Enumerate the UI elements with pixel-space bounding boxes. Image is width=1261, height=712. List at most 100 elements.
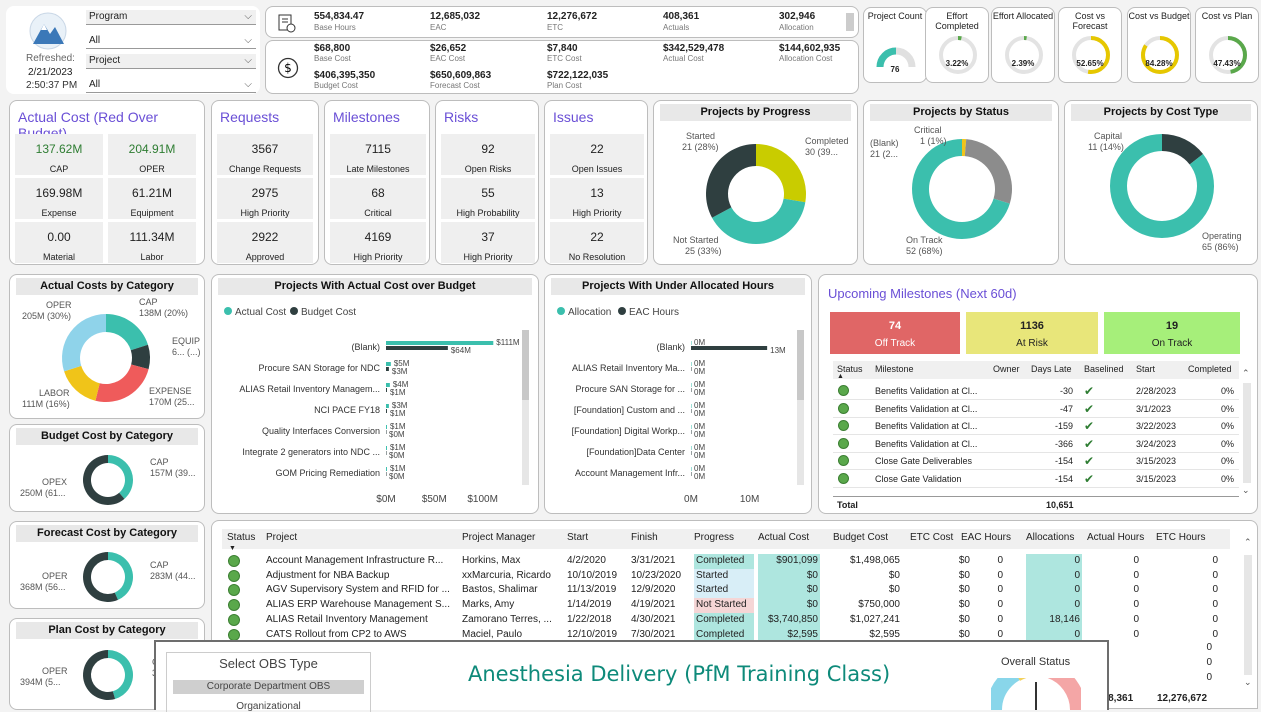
- donut-slice[interactable]: [95, 364, 149, 403]
- scroll-up-icon[interactable]: ⌃: [1242, 368, 1250, 379]
- metric-tile[interactable]: 22 No Resolution: [550, 222, 644, 263]
- kpi-card[interactable]: Project Count 76: [863, 7, 927, 83]
- kpi-card[interactable]: Cost vs Plan 47.43%: [1195, 7, 1259, 83]
- bar-series-2[interactable]: [691, 451, 692, 455]
- under-allocated-bars[interactable]: Allocation EAC Hours (Blank) 0M 13M ALIAS Ret…: [545, 275, 813, 515]
- project-cell[interactable]: Adjustment for NBA Backup: [266, 569, 456, 584]
- table-scroll-down-icon[interactable]: ⌄: [1244, 677, 1252, 688]
- bar-series-1[interactable]: [386, 404, 389, 408]
- project-cell[interactable]: Account Management Infrastructure R...: [266, 554, 456, 569]
- metric-tile[interactable]: 169.98M Expense: [15, 178, 103, 219]
- bar-series-2[interactable]: [691, 388, 692, 392]
- bar-series-1[interactable]: [691, 362, 692, 366]
- milestone-column-header[interactable]: Milestone: [875, 364, 914, 374]
- milestone-column-header[interactable]: Owner: [993, 364, 1020, 374]
- metric-tile[interactable]: 68 Critical: [330, 178, 426, 219]
- milestone-column-header[interactable]: Days Late: [1031, 364, 1072, 374]
- bar-series-2[interactable]: [386, 451, 387, 455]
- metric-tile[interactable]: 204.91M OPER: [108, 134, 196, 175]
- bar-series-2[interactable]: [386, 388, 387, 392]
- milestone-column-header[interactable]: Start: [1136, 364, 1155, 374]
- status-donut[interactable]: [864, 101, 1060, 266]
- metric-tile[interactable]: 137.62M CAP: [15, 134, 103, 175]
- bar-series-1[interactable]: [386, 362, 391, 366]
- project-column-header[interactable]: Finish: [631, 532, 658, 543]
- bar-series-2[interactable]: [386, 409, 387, 413]
- kpi-card[interactable]: Cost vs Forecast 52.65%: [1058, 7, 1122, 83]
- scroll-down-icon[interactable]: ⌄: [1242, 485, 1250, 496]
- over-budget-bars[interactable]: Actual Cost Budget Cost(Blank) $111M$64MPr…: [212, 275, 540, 515]
- chart-scrollbar-thumb[interactable]: [522, 330, 529, 400]
- project-column-header[interactable]: Actual Hours: [1087, 532, 1144, 543]
- metric-tile[interactable]: 55 High Probability: [441, 178, 535, 219]
- bar-series-2[interactable]: [386, 430, 387, 434]
- bar-series-2[interactable]: [691, 430, 692, 434]
- table-scrollbar[interactable]: [1244, 555, 1252, 675]
- project-column-header[interactable]: Start: [567, 532, 588, 543]
- project-cell[interactable]: ALIAS Retail Inventory Management: [266, 613, 456, 628]
- metric-tile[interactable]: 2975 High Priority: [217, 178, 313, 219]
- bar-series-1[interactable]: [691, 467, 692, 471]
- on-track-tile[interactable]: 19 On Track: [1104, 312, 1240, 354]
- metric-tile[interactable]: 111.34M Labor: [108, 222, 196, 263]
- bar-series-2[interactable]: [386, 346, 448, 350]
- kpi-card[interactable]: Effort Completed 3.22%: [925, 7, 989, 83]
- metric-tile[interactable]: 4169 High Priority: [330, 222, 426, 263]
- bar-series-1[interactable]: [386, 341, 494, 345]
- milestone-name[interactable]: Close Gate Validation: [875, 474, 961, 484]
- donut-slice[interactable]: [106, 314, 148, 351]
- milestone-name[interactable]: Benefits Validation at Cl...: [875, 439, 977, 449]
- milestone-name[interactable]: Benefits Validation at Cl...: [875, 404, 977, 414]
- table-scroll-up-icon[interactable]: ⌃: [1244, 537, 1252, 548]
- donut-slice[interactable]: [108, 455, 133, 499]
- chart-scrollbar-thumb[interactable]: [797, 330, 804, 400]
- obs-item-organizational[interactable]: Organizational: [167, 701, 370, 712]
- bar-series-1[interactable]: [386, 467, 387, 471]
- project-column-header[interactable]: Status: [227, 532, 255, 543]
- program-dropdown[interactable]: All ⌵: [86, 34, 256, 49]
- bar-series-1[interactable]: [691, 446, 692, 450]
- project-column-header[interactable]: ETC Hours: [1156, 532, 1205, 543]
- donut-slice[interactable]: [61, 314, 106, 372]
- metric-tile[interactable]: 2922 Approved: [217, 222, 313, 263]
- at-risk-tile[interactable]: 1136 At Risk: [966, 312, 1098, 354]
- hours-scrollbar[interactable]: [846, 13, 854, 31]
- bar-series-1[interactable]: [691, 341, 692, 345]
- obs-item-corporate[interactable]: Corporate Department OBS: [173, 680, 364, 694]
- donut-slice[interactable]: [756, 144, 807, 203]
- bar-series-2[interactable]: [691, 409, 692, 413]
- bar-series-1[interactable]: [691, 383, 692, 387]
- donut-slice[interactable]: [964, 139, 1013, 204]
- bar-series-2[interactable]: [691, 472, 692, 476]
- metric-tile[interactable]: 22 Open Issues: [550, 134, 644, 175]
- off-track-tile[interactable]: 74 Off Track: [830, 312, 960, 354]
- metric-tile[interactable]: 61.21M Equipment: [108, 178, 196, 219]
- milestone-name[interactable]: Benefits Validation at Cl...: [875, 386, 977, 396]
- project-column-header[interactable]: Progress: [694, 532, 734, 543]
- kpi-card[interactable]: Effort Allocated 2.39%: [991, 7, 1055, 83]
- project-column-header[interactable]: Project Manager: [462, 532, 535, 543]
- metric-tile[interactable]: 92 Open Risks: [441, 134, 535, 175]
- project-column-header[interactable]: Allocations: [1026, 532, 1074, 543]
- bar-series-2[interactable]: [386, 472, 387, 476]
- milestone-name[interactable]: Close Gate Deliverables: [875, 456, 972, 466]
- metric-tile[interactable]: 3567 Change Requests: [217, 134, 313, 175]
- project-column-header[interactable]: Actual Cost: [758, 532, 809, 543]
- milestone-scrollbar[interactable]: [1243, 383, 1251, 483]
- bar-series-1[interactable]: [386, 425, 387, 429]
- bar-series-2[interactable]: [691, 367, 692, 371]
- project-dropdown[interactable]: All ⌵: [86, 78, 256, 93]
- project-column-header[interactable]: ETC Cost: [910, 532, 953, 543]
- bar-series-1[interactable]: [691, 425, 692, 429]
- bar-series-1[interactable]: [691, 404, 692, 408]
- project-cell[interactable]: AGV Supervisory System and RFID for ...: [266, 583, 456, 598]
- bar-series-2[interactable]: [386, 367, 389, 371]
- bar-series-1[interactable]: [386, 446, 387, 450]
- donut-slice[interactable]: [108, 552, 134, 600]
- donut-slice[interactable]: [706, 144, 756, 218]
- kpi-card[interactable]: Cost vs Budget 84.28%: [1127, 7, 1191, 83]
- metric-tile[interactable]: 7115 Late Milestones: [330, 134, 426, 175]
- milestone-column-header[interactable]: Completed: [1188, 364, 1232, 374]
- project-column-header[interactable]: EAC Hours: [961, 532, 1011, 543]
- metric-tile[interactable]: 37 High Priority: [441, 222, 535, 263]
